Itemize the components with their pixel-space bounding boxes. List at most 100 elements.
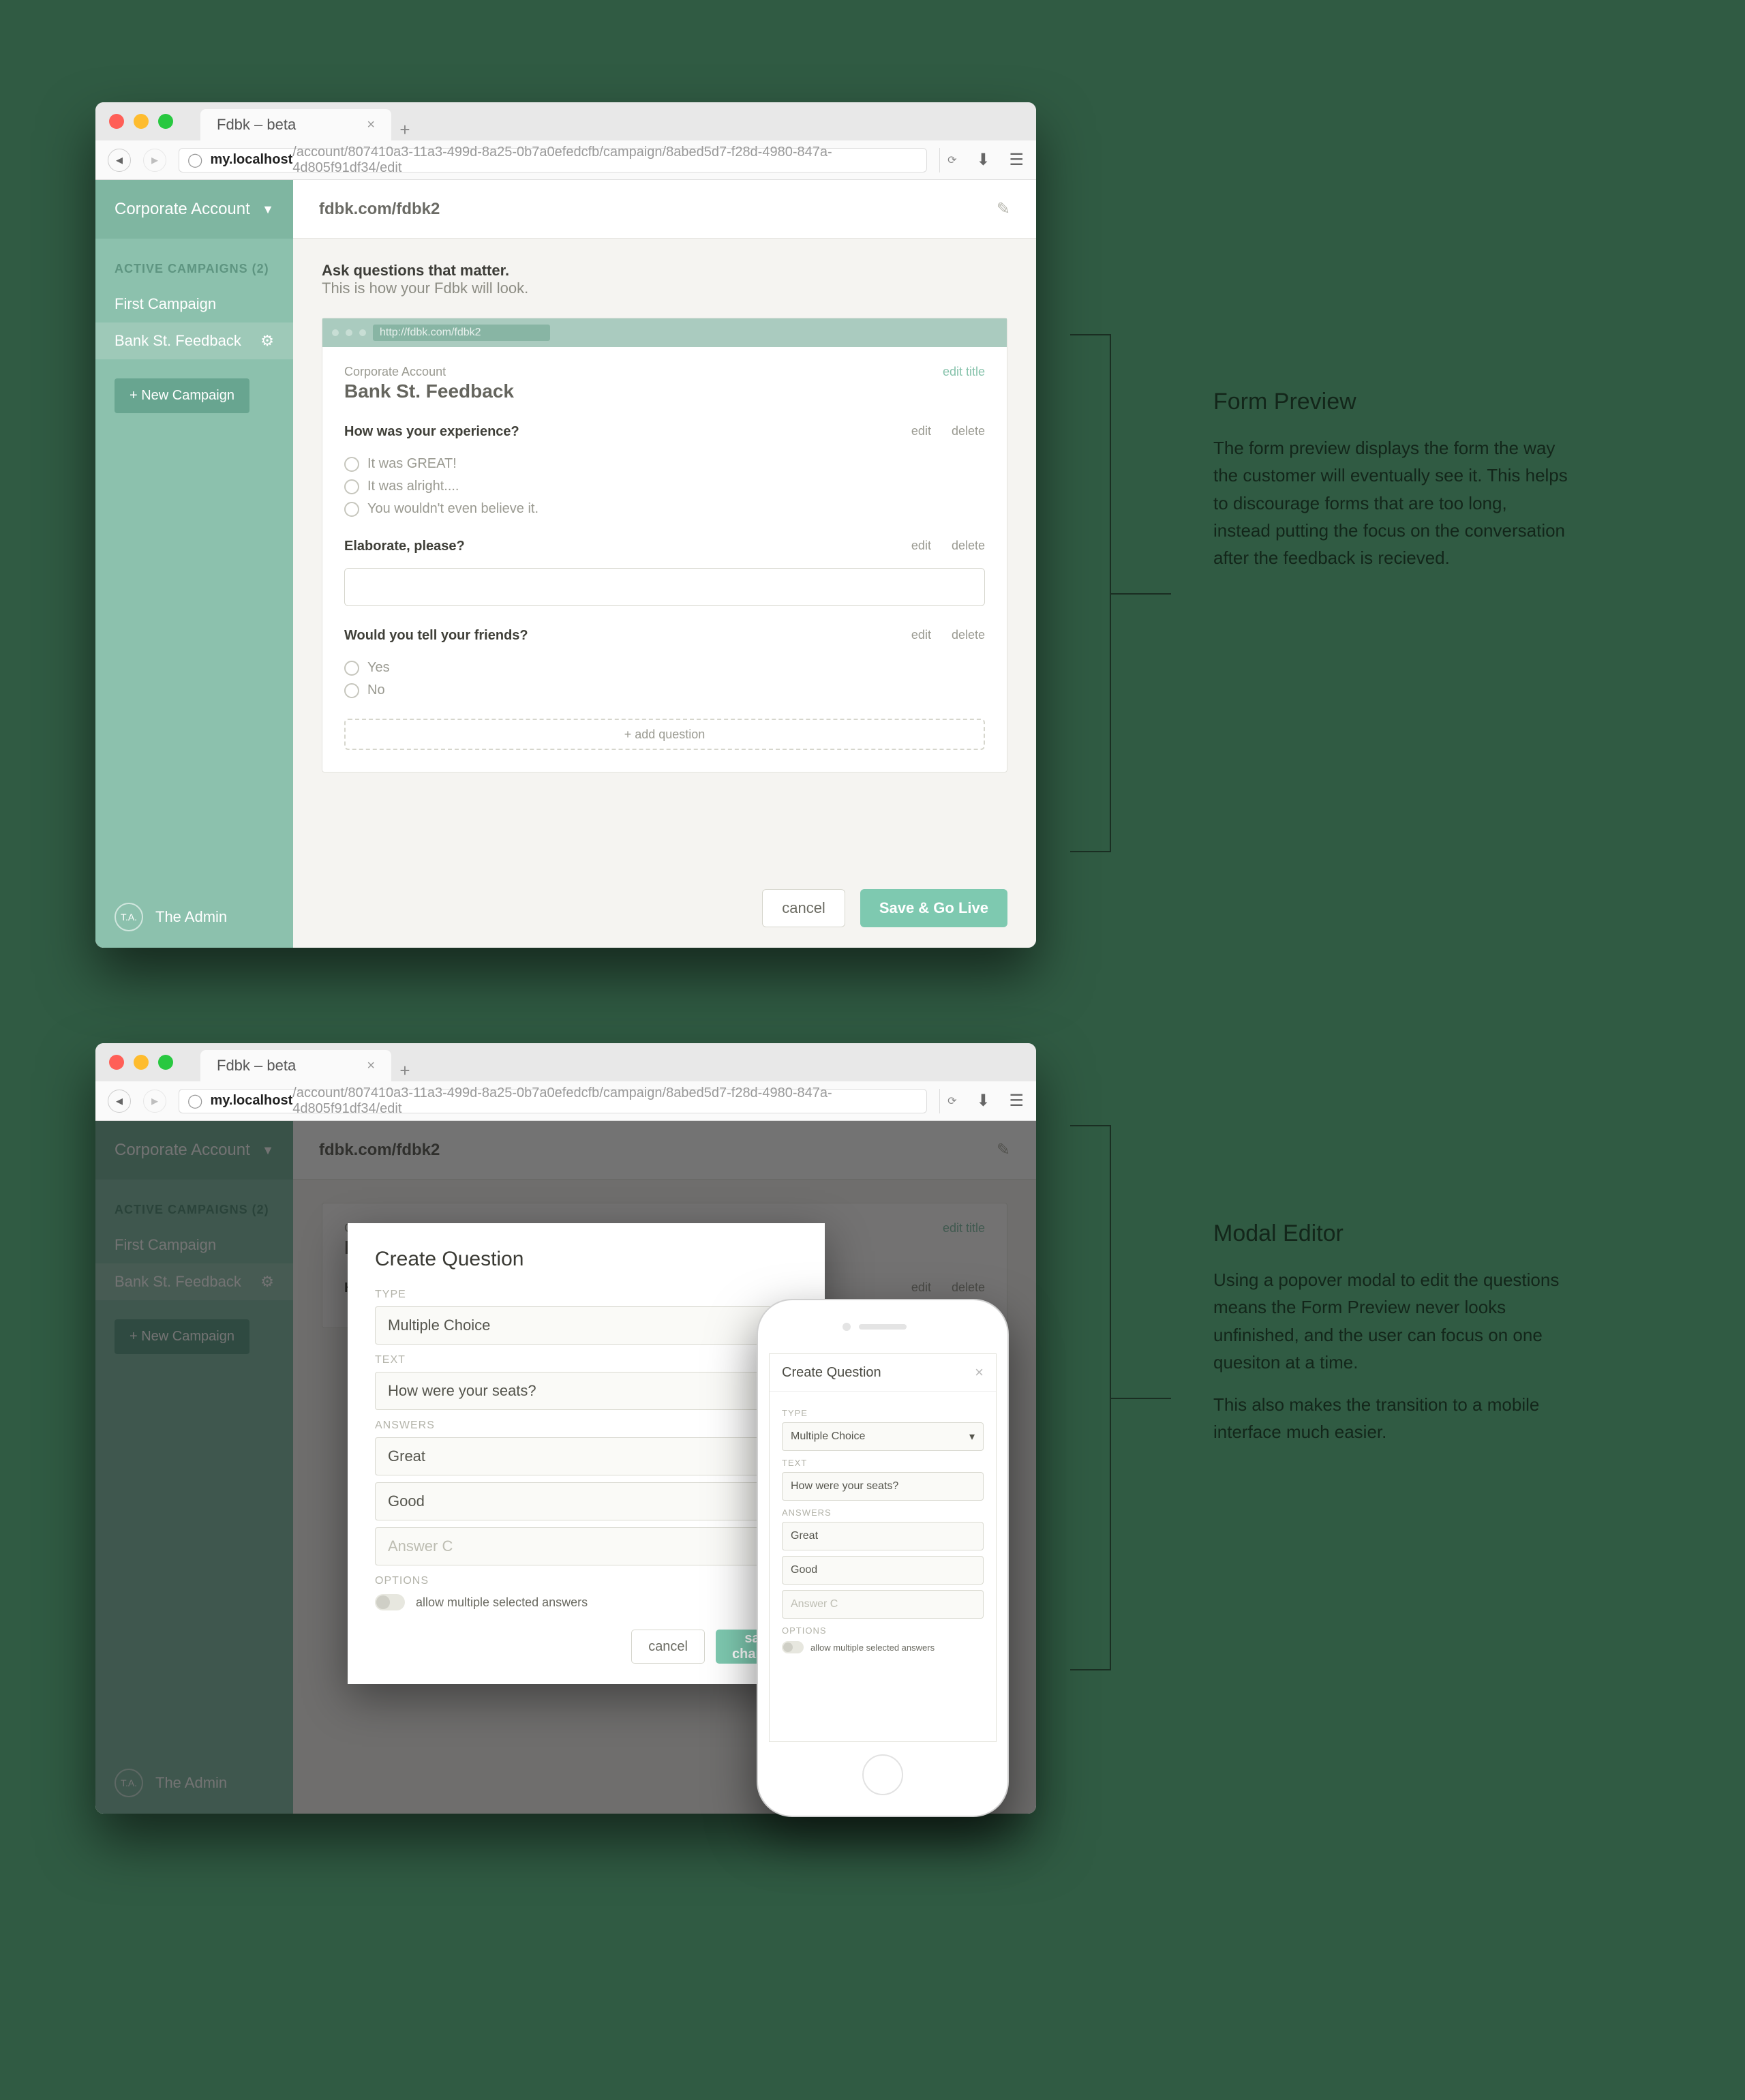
answer-input[interactable]: Good	[375, 1482, 798, 1520]
create-question-modal: Create Question TYPE Multiple Choice ▾ T…	[348, 1223, 825, 1684]
close-tab-icon[interactable]: ×	[367, 117, 375, 133]
radio-option[interactable]: Yes	[344, 660, 985, 676]
annotation-body: The form preview displays the form the w…	[1213, 434, 1568, 571]
back-button[interactable]: ◂	[108, 1090, 131, 1113]
browser-tab[interactable]: Fdbk – beta ×	[200, 1050, 391, 1081]
close-window-button[interactable]	[109, 114, 124, 129]
back-button[interactable]: ◂	[108, 149, 131, 172]
mobile-answer-input[interactable]: Good	[782, 1556, 984, 1585]
radio-option[interactable]: It was alright....	[344, 479, 985, 494]
browser-window-1: Fdbk – beta × + ◂ ▸ ◯ my.localhost /acco…	[95, 102, 1036, 948]
radio-icon	[344, 502, 359, 517]
pencil-icon[interactable]: ✎	[997, 199, 1010, 219]
tab-title: Fdbk – beta	[217, 1057, 296, 1075]
refresh-button[interactable]: ⟳	[939, 148, 964, 172]
page-url-label: fdbk.com/fdbk2	[319, 200, 440, 219]
chevron-down-icon: ▾	[969, 1430, 975, 1443]
avatar[interactable]: T.A.	[115, 903, 143, 931]
form-preview: http://fdbk.com/fdbk2 Corporate Account …	[322, 318, 1007, 772]
menu-icon[interactable]: ☰	[1009, 1091, 1024, 1111]
field-label-answers: ANSWERS	[375, 1420, 798, 1432]
home-button[interactable]	[862, 1754, 903, 1795]
modal-cancel-button[interactable]: cancel	[631, 1630, 705, 1664]
new-tab-button[interactable]: +	[391, 1060, 419, 1081]
delete-link[interactable]: delete	[952, 628, 985, 642]
campaign-label: Bank St. Feedback	[115, 332, 241, 350]
sidebar-item-campaign-1[interactable]: Bank St. Feedback ⚙	[95, 322, 293, 359]
delete-link[interactable]: delete	[952, 539, 985, 553]
gear-icon[interactable]: ⚙	[260, 332, 274, 350]
cancel-button[interactable]: cancel	[762, 889, 845, 927]
traffic-lights	[109, 114, 173, 129]
chevron-down-icon: ▼	[262, 202, 274, 217]
radio-icon	[344, 661, 359, 676]
user-name: The Admin	[155, 908, 227, 926]
question-block-0: How was your experience? edit delete It …	[344, 424, 985, 517]
tab-bar: Fdbk – beta × +	[95, 102, 1036, 140]
answer-input[interactable]: Great	[375, 1437, 798, 1475]
traffic-lights	[109, 1055, 173, 1070]
mobile-allow-multiple-toggle[interactable]	[782, 1641, 804, 1653]
annotation-modal-editor: Modal Editor Using a popover modal to ed…	[1213, 1220, 1568, 1461]
bracket	[1070, 334, 1111, 852]
edit-title-link[interactable]: edit title	[943, 365, 985, 379]
download-icon[interactable]: ⬇	[976, 1091, 990, 1111]
campaign-label: First Campaign	[115, 295, 216, 313]
toggle-label: allow multiple selected answers	[416, 1595, 588, 1610]
sidebar-item-campaign-0[interactable]: First Campaign	[95, 286, 293, 322]
minimize-window-button[interactable]	[134, 1055, 149, 1070]
new-tab-button[interactable]: +	[391, 119, 419, 140]
forward-button[interactable]: ▸	[143, 149, 166, 172]
download-icon[interactable]: ⬇	[976, 150, 990, 170]
main: fdbk.com/fdbk2 ✎ Ask questions that matt…	[293, 180, 1036, 948]
forward-button[interactable]: ▸	[143, 1090, 166, 1113]
preview-urlbar: http://fdbk.com/fdbk2	[322, 318, 1007, 347]
sidebar-footer: T.A. The Admin	[95, 886, 293, 948]
text-answer-input[interactable]	[344, 568, 985, 606]
close-icon[interactable]: ×	[975, 1364, 984, 1381]
radio-icon	[344, 683, 359, 698]
mobile-answer-input-placeholder[interactable]: Answer C	[782, 1590, 984, 1619]
annotation-title: Form Preview	[1213, 389, 1568, 415]
browser-tab[interactable]: Fdbk – beta ×	[200, 109, 391, 140]
annotation-title: Modal Editor	[1213, 1220, 1568, 1247]
main-header: fdbk.com/fdbk2 ✎	[293, 180, 1036, 239]
annotation-body: This also makes the transition to a mobi…	[1213, 1391, 1568, 1446]
delete-link[interactable]: delete	[952, 424, 985, 438]
url-bar[interactable]: ◯ my.localhost /account/807410a3-11a3-49…	[179, 1089, 927, 1113]
phone-top	[758, 1300, 1007, 1353]
radio-icon	[344, 457, 359, 472]
radio-option[interactable]: No	[344, 682, 985, 698]
save-go-live-button[interactable]: Save & Go Live	[860, 889, 1007, 927]
mobile-modal-title: Create Question	[782, 1365, 881, 1381]
url-bar[interactable]: ◯ my.localhost /account/807410a3-11a3-49…	[179, 148, 927, 172]
edit-link[interactable]: edit	[911, 539, 931, 553]
mobile-text-input[interactable]: How were your seats?	[782, 1472, 984, 1501]
close-window-button[interactable]	[109, 1055, 124, 1070]
mobile-answer-input[interactable]: Great	[782, 1522, 984, 1550]
account-selector[interactable]: Corporate Account ▼	[95, 180, 293, 239]
allow-multiple-toggle[interactable]	[375, 1594, 405, 1610]
menu-icon[interactable]: ☰	[1009, 150, 1024, 170]
url-bar-row: ◂ ▸ ◯ my.localhost /account/807410a3-11a…	[95, 140, 1036, 180]
radio-option[interactable]: You wouldn't even believe it.	[344, 501, 985, 517]
type-select[interactable]: Multiple Choice ▾	[375, 1306, 798, 1345]
url-host: my.localhost	[211, 152, 293, 168]
new-campaign-button[interactable]: + New Campaign	[115, 378, 249, 413]
answer-input-placeholder[interactable]: Answer C	[375, 1527, 798, 1565]
question-text-input[interactable]: How were your seats?	[375, 1372, 798, 1410]
minimize-window-button[interactable]	[134, 114, 149, 129]
maximize-window-button[interactable]	[158, 114, 173, 129]
edit-link[interactable]: edit	[911, 424, 931, 438]
edit-link[interactable]: edit	[911, 628, 931, 642]
mobile-type-select[interactable]: Multiple Choice▾	[782, 1422, 984, 1451]
radio-option[interactable]: It was GREAT!	[344, 456, 985, 472]
refresh-button[interactable]: ⟳	[939, 1089, 964, 1113]
url-host: my.localhost	[211, 1093, 293, 1109]
close-tab-icon[interactable]: ×	[367, 1058, 375, 1074]
maximize-window-button[interactable]	[158, 1055, 173, 1070]
add-question-button[interactable]: + add question	[344, 719, 985, 750]
preview-url: http://fdbk.com/fdbk2	[373, 325, 550, 341]
tab-title: Fdbk – beta	[217, 116, 296, 134]
modal-title: Create Question	[375, 1248, 798, 1271]
